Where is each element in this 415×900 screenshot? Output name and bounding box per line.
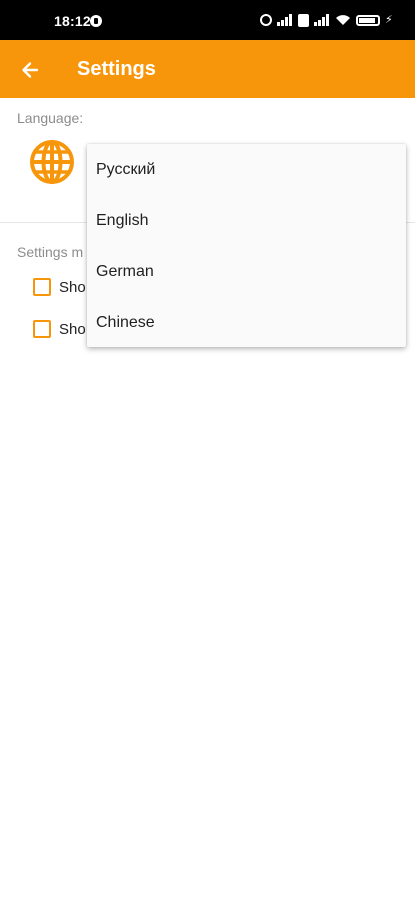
language-option-chinese[interactable]: Chinese — [87, 297, 406, 348]
app-bar: Settings — [0, 40, 415, 98]
page-title: Settings — [77, 58, 156, 80]
status-icons: ⚡ — [260, 12, 393, 28]
signal-icon — [314, 14, 330, 26]
charging-bolt-icon: ⚡ — [385, 14, 393, 26]
signal-icon — [277, 14, 293, 26]
settings-section-label: Settings m — [17, 244, 84, 260]
wifi-icon — [336, 15, 350, 25]
battery-icon — [356, 14, 380, 26]
globe-icon[interactable] — [28, 138, 76, 186]
alarm-icon — [260, 14, 272, 26]
back-button[interactable] — [14, 54, 46, 86]
status-bar: 18:12 ⚡ — [0, 0, 415, 40]
notification-icon — [90, 15, 102, 27]
language-option-russian[interactable]: Русский — [87, 144, 406, 195]
arrow-left-icon — [22, 62, 39, 78]
sim-icon — [298, 13, 309, 27]
option-row[interactable]: Sho — [33, 276, 86, 298]
settings-screen: 18:12 ⚡ Settings Language: Settings m Sh… — [0, 0, 415, 900]
checkbox[interactable] — [33, 278, 51, 296]
option-row[interactable]: Sho — [33, 318, 86, 340]
language-label: Language: — [17, 110, 84, 126]
language-dropdown: Русский English German Chinese — [87, 144, 406, 347]
option-label: Sho — [59, 278, 86, 296]
option-label: Sho — [59, 320, 86, 338]
status-time: 18:12 — [54, 13, 91, 29]
language-option-german[interactable]: German — [87, 246, 406, 297]
language-option-english[interactable]: English — [87, 195, 406, 246]
checkbox[interactable] — [33, 320, 51, 338]
